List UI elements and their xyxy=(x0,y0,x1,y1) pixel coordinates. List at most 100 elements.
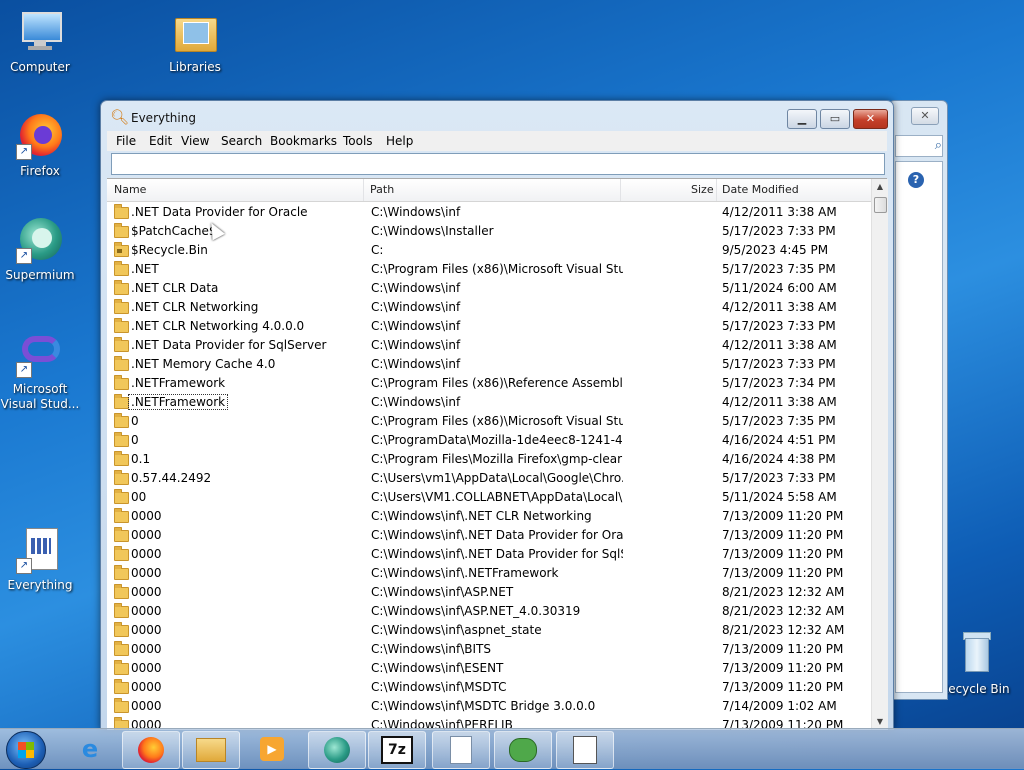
table-row[interactable]: 0 C:\Program Files (x86)\Microsoft Visual… xyxy=(107,412,871,431)
table-row[interactable]: .NETFramework C:\Windows\inf 4/12/2011 3:3… xyxy=(107,393,871,412)
table-row[interactable]: 0.1 C:\Program Files\Mozilla Firefox\gmp-… xyxy=(107,450,871,469)
column-header-date[interactable]: Date Modified xyxy=(722,183,799,196)
desktop-icon-libraries[interactable]: Libraries xyxy=(155,8,235,75)
menu-view[interactable]: View xyxy=(181,134,209,148)
desktop-icon-everything[interactable]: ↗ Everything xyxy=(0,526,80,593)
menu-file[interactable]: File xyxy=(116,134,136,148)
table-row[interactable]: .NET CLR Networking C:\Windows\inf 4/12/20… xyxy=(107,298,871,317)
desktop-icon-computer[interactable]: Computer xyxy=(0,8,80,75)
menu-search[interactable]: Search xyxy=(221,134,262,148)
menu-bookmarks[interactable]: Bookmarks xyxy=(270,134,337,148)
taskbar-7zip[interactable]: 7z xyxy=(368,731,426,769)
folder-icon xyxy=(114,261,129,276)
row-path: C:\Windows\inf\.NETFramework xyxy=(371,566,559,580)
shortcut-arrow-icon: ↗ xyxy=(16,248,32,264)
menu-help[interactable]: Help xyxy=(386,134,413,148)
row-date-modified: 5/17/2023 7:33 PM xyxy=(722,357,836,371)
table-row[interactable]: 0000 C:\Windows\inf\aspnet_state 8/21/2023… xyxy=(107,621,871,640)
desktop-icon-firefox[interactable]: ↗ Firefox xyxy=(0,112,80,179)
supermium-icon xyxy=(324,737,350,763)
shortcut-arrow-icon: ↗ xyxy=(16,362,32,378)
table-row[interactable]: 0000 C:\Windows\inf\ESENT 7/13/2009 11:20 … xyxy=(107,659,871,678)
row-date-modified: 4/12/2011 3:38 AM xyxy=(722,395,837,409)
table-row[interactable]: 00 C:\Users\VM1.COLLABNET\AppData\Local\S… xyxy=(107,488,871,507)
table-row[interactable]: .NET Data Provider for Oracle C:\Windows\… xyxy=(107,203,871,222)
folder-icon xyxy=(114,489,129,504)
maximize-button[interactable]: ▭ xyxy=(820,109,850,129)
table-row[interactable]: .NET C:\Program Files (x86)\Microsoft Vis… xyxy=(107,260,871,279)
search-input[interactable] xyxy=(111,153,885,175)
scroll-thumb[interactable] xyxy=(874,197,887,213)
table-row[interactable]: 0000 C:\Windows\inf\.NET Data Provider fo… xyxy=(107,545,871,564)
table-row[interactable]: $Recycle.Bin C: 9/5/2023 4:45 PM xyxy=(107,241,871,260)
taskbar-media-player[interactable]: ▶ xyxy=(244,731,300,767)
column-divider[interactable] xyxy=(363,179,364,201)
shortcut-arrow-icon: ↗ xyxy=(16,558,32,574)
folder-icon xyxy=(196,738,226,762)
row-name: 00 xyxy=(131,490,147,504)
desktop-icon-supermium[interactable]: ↗ Supermium xyxy=(0,216,80,283)
background-window[interactable]: ✕ ⌕ ? xyxy=(888,100,948,700)
window-titlebar[interactable]: 🔍︎ Everything ▁ ▭ ✕ xyxy=(101,101,893,131)
row-path: C:\Windows\inf\.NET Data Provider for Sq… xyxy=(371,547,623,561)
table-row[interactable]: 0000 C:\Windows\inf\MSDTC 7/13/2009 11:20 … xyxy=(107,678,871,697)
windows-logo-icon-lower xyxy=(18,750,34,758)
frog-app-icon xyxy=(509,738,537,762)
taskbar-everything[interactable] xyxy=(556,731,614,769)
table-row[interactable]: 0000 C:\Windows\inf\ASP.NET 8/21/2023 12:3… xyxy=(107,583,871,602)
folder-icon xyxy=(114,223,129,238)
taskbar-tool-app[interactable] xyxy=(494,731,552,769)
folder-icon xyxy=(114,565,129,580)
table-row[interactable]: 0000 C:\Windows\inf\MSDTC Bridge 3.0.0.0 7… xyxy=(107,697,871,716)
folder-icon xyxy=(114,337,129,352)
menu-tools[interactable]: Tools xyxy=(343,134,373,148)
everything-icon xyxy=(573,736,597,764)
taskbar-file-explorer[interactable] xyxy=(182,731,240,769)
results-list: Name Path Size Date Modified .NET Data P… xyxy=(107,178,888,730)
row-date-modified: 8/21/2023 12:32 AM xyxy=(722,604,845,618)
row-name: 0000 xyxy=(131,547,162,561)
table-row[interactable]: 0.57.44.2492 C:\Users\vm1\AppData\Local\G… xyxy=(107,469,871,488)
column-header-size[interactable]: Size xyxy=(691,183,714,196)
taskbar-firefox[interactable] xyxy=(122,731,180,769)
taskbar-notepad[interactable] xyxy=(432,731,490,769)
taskbar-internet-explorer[interactable]: e xyxy=(62,731,118,767)
column-divider[interactable] xyxy=(716,179,717,201)
column-header-name[interactable]: Name xyxy=(114,183,146,196)
table-row[interactable]: 0 C:\ProgramData\Mozilla-1de4eec8-1241-41… xyxy=(107,431,871,450)
row-date-modified: 5/11/2024 6:00 AM xyxy=(722,281,837,295)
close-button[interactable]: ✕ xyxy=(853,109,888,129)
table-row[interactable]: 0000 C:\Windows\inf\.NETFramework 7/13/200… xyxy=(107,564,871,583)
row-date-modified: 7/13/2009 11:20 PM xyxy=(722,509,844,523)
scroll-up-icon[interactable]: ▲ xyxy=(872,179,888,195)
column-header-path[interactable]: Path xyxy=(370,183,394,196)
background-window-search-icon[interactable]: ⌕ xyxy=(895,135,943,157)
table-row[interactable]: .NET Data Provider for SqlServer C:\Windo… xyxy=(107,336,871,355)
row-date-modified: 5/17/2023 7:33 PM xyxy=(722,471,836,485)
taskbar-supermium[interactable] xyxy=(308,731,366,769)
folder-icon xyxy=(114,603,129,618)
table-row[interactable]: .NET Memory Cache 4.0 C:\Windows\inf 5/17/… xyxy=(107,355,871,374)
table-row[interactable]: 0000 C:\Windows\inf\.NET Data Provider fo… xyxy=(107,526,871,545)
table-row[interactable]: 0000 C:\Windows\inf\BITS 7/13/2009 11:20 P… xyxy=(107,640,871,659)
table-row[interactable]: 0000 C:\Windows\inf\ASP.NET_4.0.30319 8/21… xyxy=(107,602,871,621)
row-path: C: xyxy=(371,243,384,257)
row-path: C:\Program Files\Mozilla Firefox\gmp-cle… xyxy=(371,452,623,466)
help-icon[interactable]: ? xyxy=(908,172,924,188)
vertical-scrollbar[interactable]: ▲ ▼ xyxy=(871,179,888,730)
table-row[interactable]: 0000 C:\Windows\inf\.NET CLR Networking 7/… xyxy=(107,507,871,526)
minimize-button[interactable]: ▁ xyxy=(787,109,817,129)
table-row[interactable]: .NET CLR Networking 4.0.0.0 C:\Windows\in… xyxy=(107,317,871,336)
libraries-folder-icon xyxy=(171,8,219,56)
background-window-close-button[interactable]: ✕ xyxy=(911,107,939,125)
table-row[interactable]: .NET CLR Data C:\Windows\inf 5/11/2024 6:0… xyxy=(107,279,871,298)
start-button[interactable] xyxy=(6,731,46,769)
row-name: 0000 xyxy=(131,680,162,694)
row-name: .NET xyxy=(131,262,159,276)
column-divider[interactable] xyxy=(620,179,621,201)
row-date-modified: 5/11/2024 5:58 AM xyxy=(722,490,837,504)
row-name: 0000 xyxy=(131,661,162,675)
menu-edit[interactable]: Edit xyxy=(149,134,172,148)
table-row[interactable]: .NETFramework C:\Program Files (x86)\Refe… xyxy=(107,374,871,393)
desktop-icon-visual-studio[interactable]: ↗ Microsoft Visual Stud... xyxy=(0,330,80,412)
